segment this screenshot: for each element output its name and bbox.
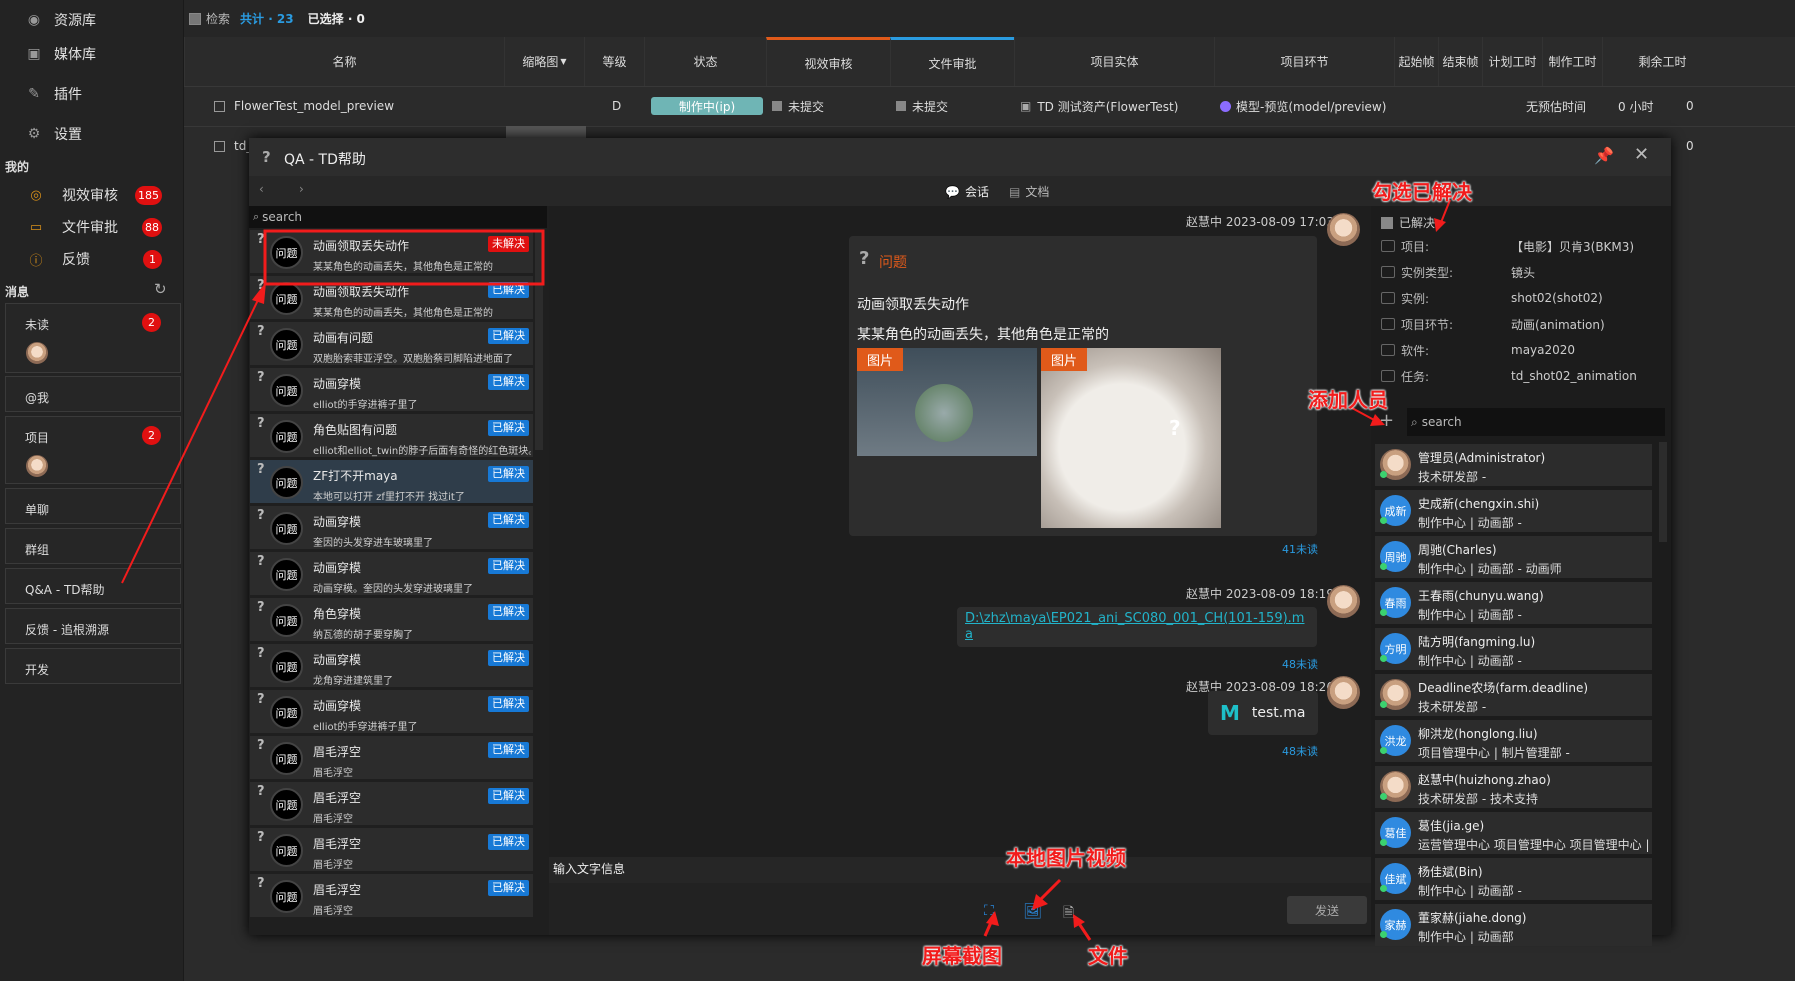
annotation-screenshot: 屏幕截图 <box>922 944 1002 968</box>
arrow-head <box>252 282 266 304</box>
arrow-line <box>121 299 259 584</box>
annotation-add-people: 添加人员 <box>1308 388 1388 412</box>
annotation-local-media: 本地图片视频 <box>1006 846 1126 870</box>
annotation-overlay <box>121 199 1451 941</box>
highlight-box <box>263 229 545 286</box>
annotation-file: 文件 <box>1088 944 1128 968</box>
annotation-resolved: 勾选已解决 <box>1372 180 1472 204</box>
arrow-head <box>1434 218 1446 232</box>
arrow-head <box>986 911 999 926</box>
